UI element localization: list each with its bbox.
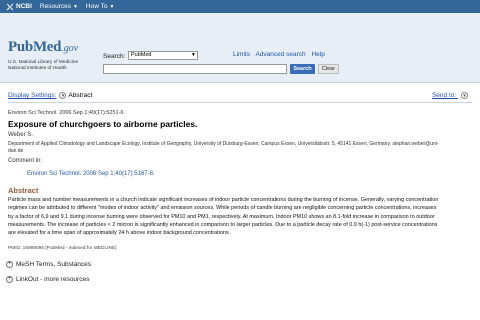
howto-menu-label: How To (85, 3, 108, 10)
journal-citation: Environ Sci Technol. 2006 Sep 1;40(17):5… (8, 110, 126, 116)
abstract-line: regimes can be attributed to different "… (8, 205, 437, 212)
database-select[interactable]: PubMed ▼ (128, 51, 198, 60)
howto-menu[interactable]: How To ▼ (86, 3, 115, 10)
abstract-line: are elevated for a time span of approxim… (8, 230, 231, 237)
display-format: Abstract (68, 92, 93, 99)
chevron-down-icon: ▼ (461, 92, 468, 99)
ncbi-dna-icon (6, 3, 14, 10)
abstract-text: Particle mass and number measurements in… (8, 196, 474, 237)
comment-link[interactable]: Environ Sci Technol. 2006 Sep 1;40(17):5… (27, 171, 155, 177)
expand-plus-icon: + (6, 261, 13, 268)
linkout-label: LinkOut - more resources (16, 276, 90, 283)
search-label: Search: (103, 53, 126, 60)
advanced-search-link[interactable]: Advanced search (255, 51, 305, 58)
affiliation-line: Department of Applied Climatology and La… (8, 141, 439, 147)
display-settings-row: Display Settings: ▼ Abstract Send to: ▼ (8, 92, 472, 99)
database-select-value: PubMed (131, 52, 152, 58)
send-to-menu[interactable]: Send to: ▼ (432, 92, 468, 99)
article-authors[interactable]: Weber S. (8, 132, 33, 138)
pubmed-logo-text: PubMed (8, 39, 62, 55)
chevron-down-icon: ▼ (191, 52, 196, 58)
search-input[interactable] (103, 64, 287, 74)
abstract-line: by a factor of 6.9 and 9.1 during incens… (8, 213, 435, 220)
linkout-toggle[interactable]: + LinkOut - more resources (6, 276, 89, 283)
limits-link[interactable]: Limits (233, 51, 250, 58)
abstract-line: Particle mass and number measurements in… (8, 197, 439, 203)
help-link[interactable]: Help (311, 51, 324, 58)
affiliation-line: due.de (8, 147, 24, 154)
article-title: Exposure of churchgoers to airborne part… (8, 119, 198, 129)
author-affiliation: Department of Applied Climatology and La… (8, 141, 473, 154)
search-button[interactable]: Search (290, 64, 315, 74)
pmid-text: PMID: 16999095 [PubMed - indexed for MED… (8, 246, 117, 251)
send-to-label: Send to: (431, 92, 457, 99)
ncbi-topbar: NCBI Resources ▼ How To ▼ (0, 0, 480, 13)
clear-button[interactable]: Clear (318, 64, 339, 74)
chevron-down-icon: ▼ (109, 3, 115, 10)
mesh-terms-toggle[interactable]: + MeSH Terms, Substances (6, 261, 91, 268)
resources-menu-label: Resources (39, 3, 71, 10)
display-settings-link[interactable]: Display Settings: (8, 92, 56, 99)
comment-label: Comment in: (8, 158, 43, 164)
mesh-terms-label: MeSH Terms, Substances (16, 261, 92, 268)
nih-line: National Institutes of Health (8, 66, 67, 71)
divider (8, 102, 472, 103)
abstract-heading: Abstract (8, 186, 39, 195)
search-links: Limits Advanced search Help (233, 51, 329, 58)
chevron-down-icon[interactable]: ▼ (59, 92, 67, 99)
pubmed-logo[interactable]: PubMed.gov (8, 38, 78, 56)
nlm-subtitle: U.S. National Library of Medicine Nation… (8, 60, 103, 72)
resources-menu[interactable]: Resources ▼ (40, 3, 78, 10)
chevron-down-icon: ▼ (72, 3, 78, 10)
pubmed-logo-gov: .gov (61, 43, 79, 54)
ncbi-logo-text: NCBI (16, 3, 32, 10)
abstract-line: measurements. The increase of particles … (8, 221, 438, 228)
expand-plus-icon: + (6, 276, 13, 283)
ncbi-logo[interactable]: NCBI (6, 3, 32, 11)
